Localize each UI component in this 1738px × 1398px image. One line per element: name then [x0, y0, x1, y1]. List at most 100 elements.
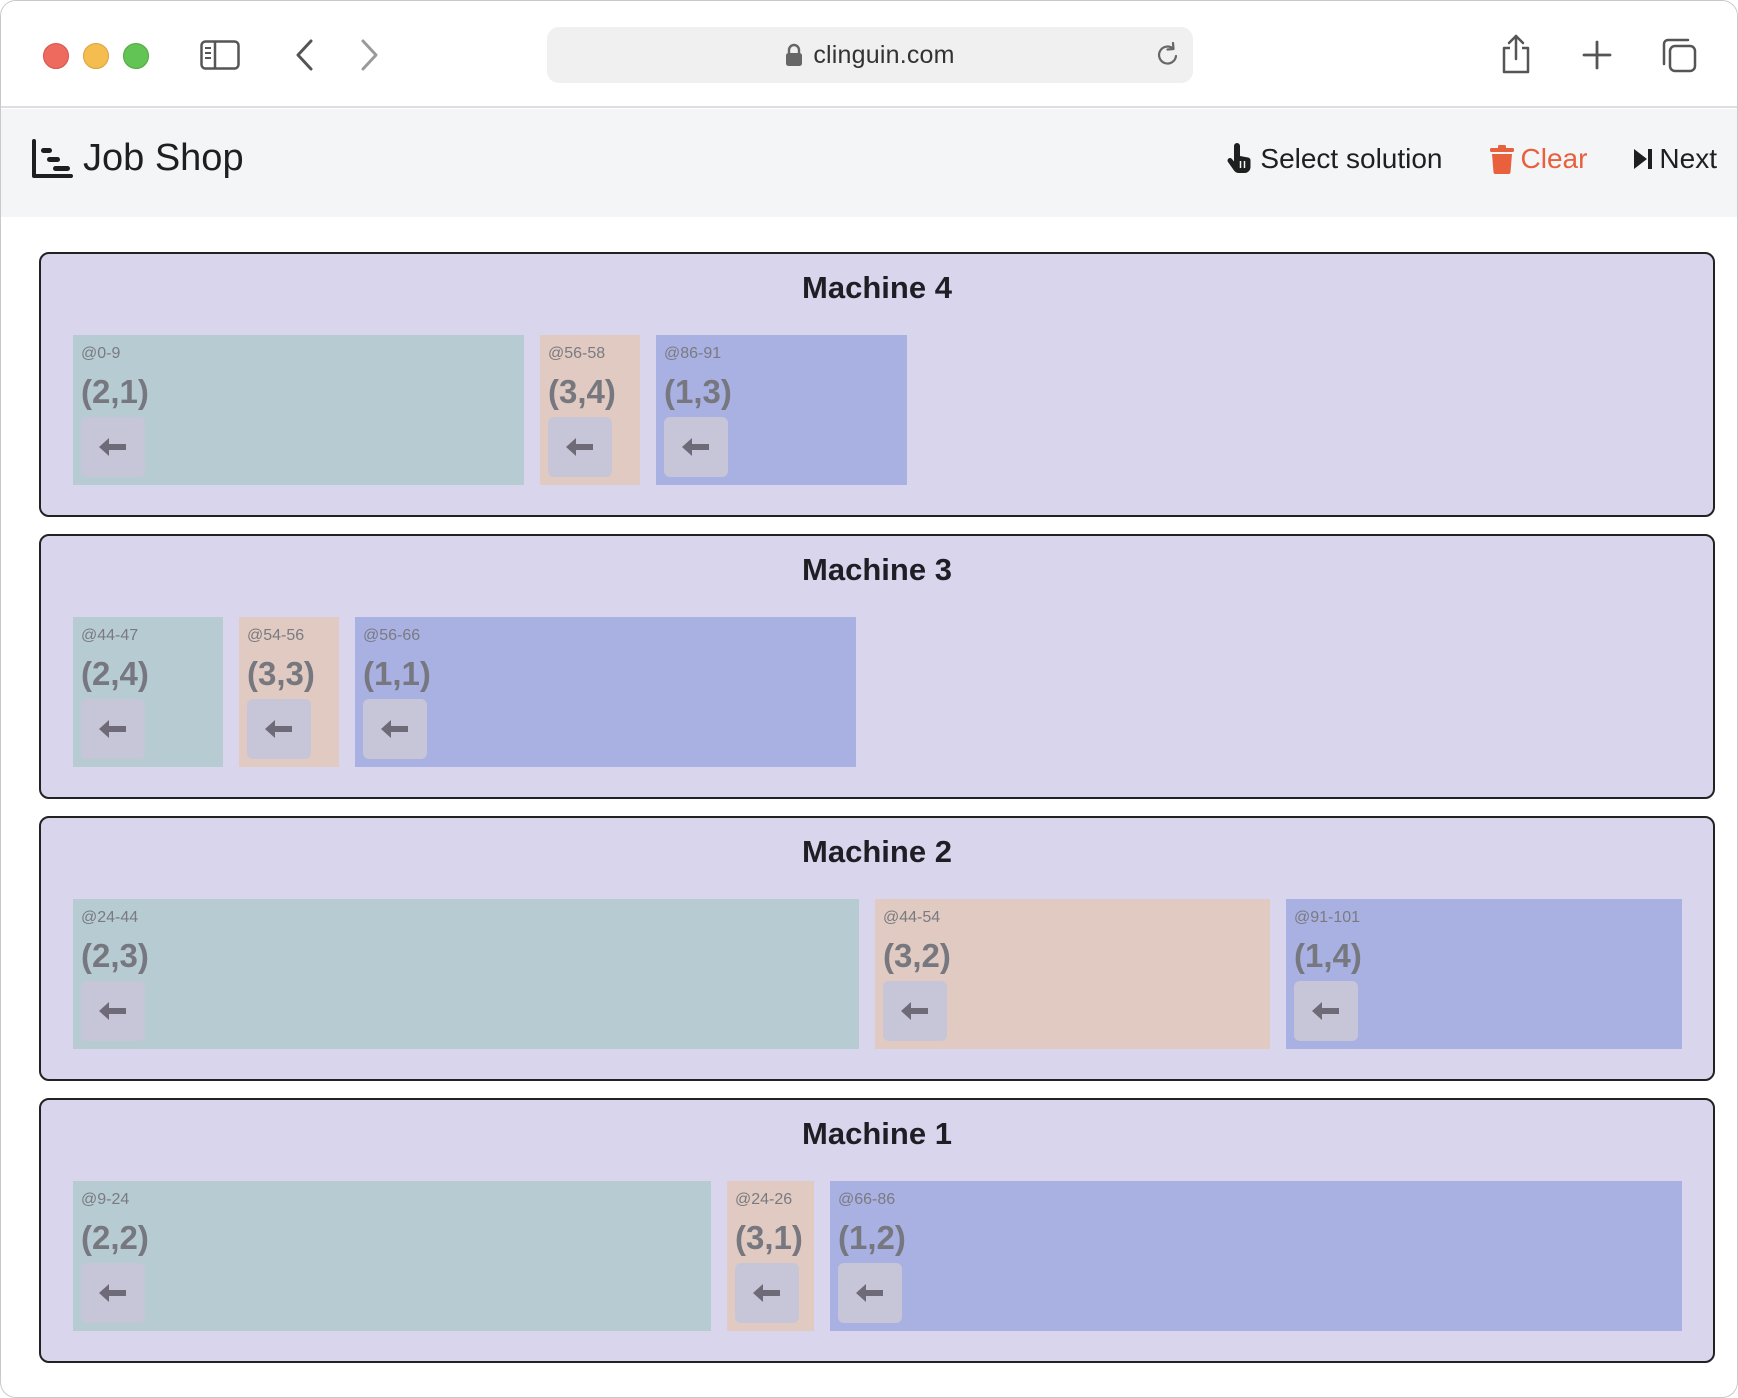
machine-title: Machine 4 [802, 270, 952, 305]
task-time: @9-24 [81, 1191, 130, 1208]
task-label: (2,2) [81, 1219, 149, 1256]
task-time: @44-47 [81, 627, 139, 644]
close-window-button[interactable] [43, 43, 69, 69]
reload-icon[interactable] [1155, 41, 1181, 69]
move-task-left-button[interactable] [81, 699, 145, 759]
move-task-left-button[interactable] [81, 981, 145, 1041]
machine-title: Machine 1 [802, 1116, 952, 1151]
move-task-left-button[interactable] [548, 417, 612, 477]
task-label: (2,4) [81, 655, 149, 692]
clear-label: Clear [1520, 143, 1588, 174]
task-block: @86-91 (1,3) [656, 335, 907, 485]
task-time: @56-58 [548, 345, 606, 362]
task-time: @0-9 [81, 345, 121, 362]
select-solution-button[interactable]: Select solution [1226, 143, 1443, 175]
move-task-left-button[interactable] [363, 699, 427, 759]
machine-card: Machine 2 @24-44 (2,3) @44-54 (3,2) @91-… [39, 816, 1715, 1081]
move-task-left-button[interactable] [247, 699, 311, 759]
move-task-left-button[interactable] [81, 417, 145, 477]
task-label: (2,3) [81, 937, 149, 974]
move-task-left-button[interactable] [838, 1263, 902, 1323]
machine-card: Machine 3 @44-47 (2,4) @54-56 (3,3) @56-… [39, 534, 1715, 799]
minimize-window-button[interactable] [83, 43, 109, 69]
arrow-left-icon [753, 1284, 780, 1302]
arrow-left-icon [901, 1002, 928, 1020]
task-label: (3,2) [883, 937, 951, 974]
clear-button[interactable]: Clear [1489, 143, 1588, 175]
arrow-left-icon [99, 1002, 126, 1020]
task-label: (3,3) [247, 655, 315, 692]
task-block: @24-26 (3,1) [727, 1181, 814, 1331]
task-label: (2,1) [81, 373, 149, 410]
machine-title: Machine 3 [802, 552, 952, 587]
back-icon[interactable] [291, 37, 317, 73]
trash-icon [1489, 145, 1514, 174]
address-bar[interactable]: clinguin.com [547, 27, 1193, 83]
lock-icon [786, 43, 803, 66]
share-icon[interactable] [1499, 33, 1533, 75]
task-time: @66-86 [838, 1191, 896, 1208]
task-time: @44-54 [883, 909, 941, 926]
forward-icon[interactable] [357, 37, 383, 73]
pointer-hand-icon [1227, 143, 1251, 174]
task-block: @56-66 (1,1) [355, 617, 856, 767]
arrow-left-icon [99, 720, 126, 738]
arrow-left-icon [856, 1284, 883, 1302]
machine-task-track: @44-47 (2,4) @54-56 (3,3) @56-66 (1,1) [73, 617, 1683, 767]
task-label: (1,1) [363, 655, 431, 692]
arrow-left-icon [99, 438, 126, 456]
task-time: @56-66 [363, 627, 421, 644]
task-block: @24-44 (2,3) [73, 899, 859, 1049]
tab-overview-icon[interactable] [1661, 37, 1697, 73]
url-text: clinguin.com [813, 40, 955, 69]
machine-card: Machine 4 @0-9 (2,1) @56-58 (3,4) @86-91… [39, 252, 1715, 517]
move-task-left-button[interactable] [81, 1263, 145, 1323]
task-label: (1,3) [664, 373, 732, 410]
task-time: @91-101 [1294, 909, 1361, 926]
arrow-left-icon [381, 720, 408, 738]
machine-card: Machine 1 @9-24 (2,2) @24-26 (3,1) @66-8… [39, 1098, 1715, 1363]
skip-next-icon [1634, 149, 1653, 169]
move-task-left-button[interactable] [883, 981, 947, 1041]
task-block: @54-56 (3,3) [239, 617, 339, 767]
task-time: @24-26 [735, 1191, 793, 1208]
arrow-left-icon [682, 438, 709, 456]
task-block: @44-54 (3,2) [875, 899, 1270, 1049]
navbar-actions: Select solution Clear Next [1180, 143, 1717, 175]
task-time: @54-56 [247, 627, 305, 644]
task-block: @91-101 (1,4) [1286, 899, 1682, 1049]
brand[interactable]: Job Shop [31, 137, 244, 180]
task-block: @66-86 (1,2) [830, 1181, 1682, 1331]
task-block: @56-58 (3,4) [540, 335, 640, 485]
task-label: (1,2) [838, 1219, 906, 1256]
task-block: @44-47 (2,4) [73, 617, 223, 767]
move-task-left-button[interactable] [735, 1263, 799, 1323]
new-tab-icon[interactable] [1581, 39, 1613, 71]
browser-window: clinguin.com Job Shop Select solution Cl… [0, 0, 1738, 1398]
browser-toolbar: clinguin.com [1, 1, 1737, 108]
zoom-window-button[interactable] [123, 43, 149, 69]
arrow-left-icon [566, 438, 593, 456]
arrow-left-icon [1312, 1002, 1339, 1020]
machine-list: Machine 4 @0-9 (2,1) @56-58 (3,4) @86-91… [39, 252, 1715, 1380]
machine-task-track: @9-24 (2,2) @24-26 (3,1) @66-86 (1,2) [73, 1181, 1683, 1331]
task-time: @86-91 [664, 345, 722, 362]
task-label: (1,4) [1294, 937, 1362, 974]
gantt-chart-icon [32, 138, 73, 178]
arrow-left-icon [99, 1284, 126, 1302]
next-label: Next [1659, 143, 1717, 174]
select-solution-label: Select solution [1260, 143, 1443, 174]
next-button[interactable]: Next [1633, 143, 1717, 175]
task-block: @0-9 (2,1) [73, 335, 524, 485]
app-title: Job Shop [83, 137, 244, 179]
sidebar-toggle-icon[interactable] [199, 39, 241, 71]
machine-title: Machine 2 [802, 834, 952, 869]
task-block: @9-24 (2,2) [73, 1181, 711, 1331]
move-task-left-button[interactable] [1294, 981, 1358, 1041]
arrow-left-icon [265, 720, 292, 738]
task-label: (3,1) [735, 1219, 803, 1256]
move-task-left-button[interactable] [664, 417, 728, 477]
machine-task-track: @24-44 (2,3) @44-54 (3,2) @91-101 (1,4) [73, 899, 1683, 1049]
task-label: (3,4) [548, 373, 616, 410]
machine-task-track: @0-9 (2,1) @56-58 (3,4) @86-91 (1,3) [73, 335, 1683, 485]
